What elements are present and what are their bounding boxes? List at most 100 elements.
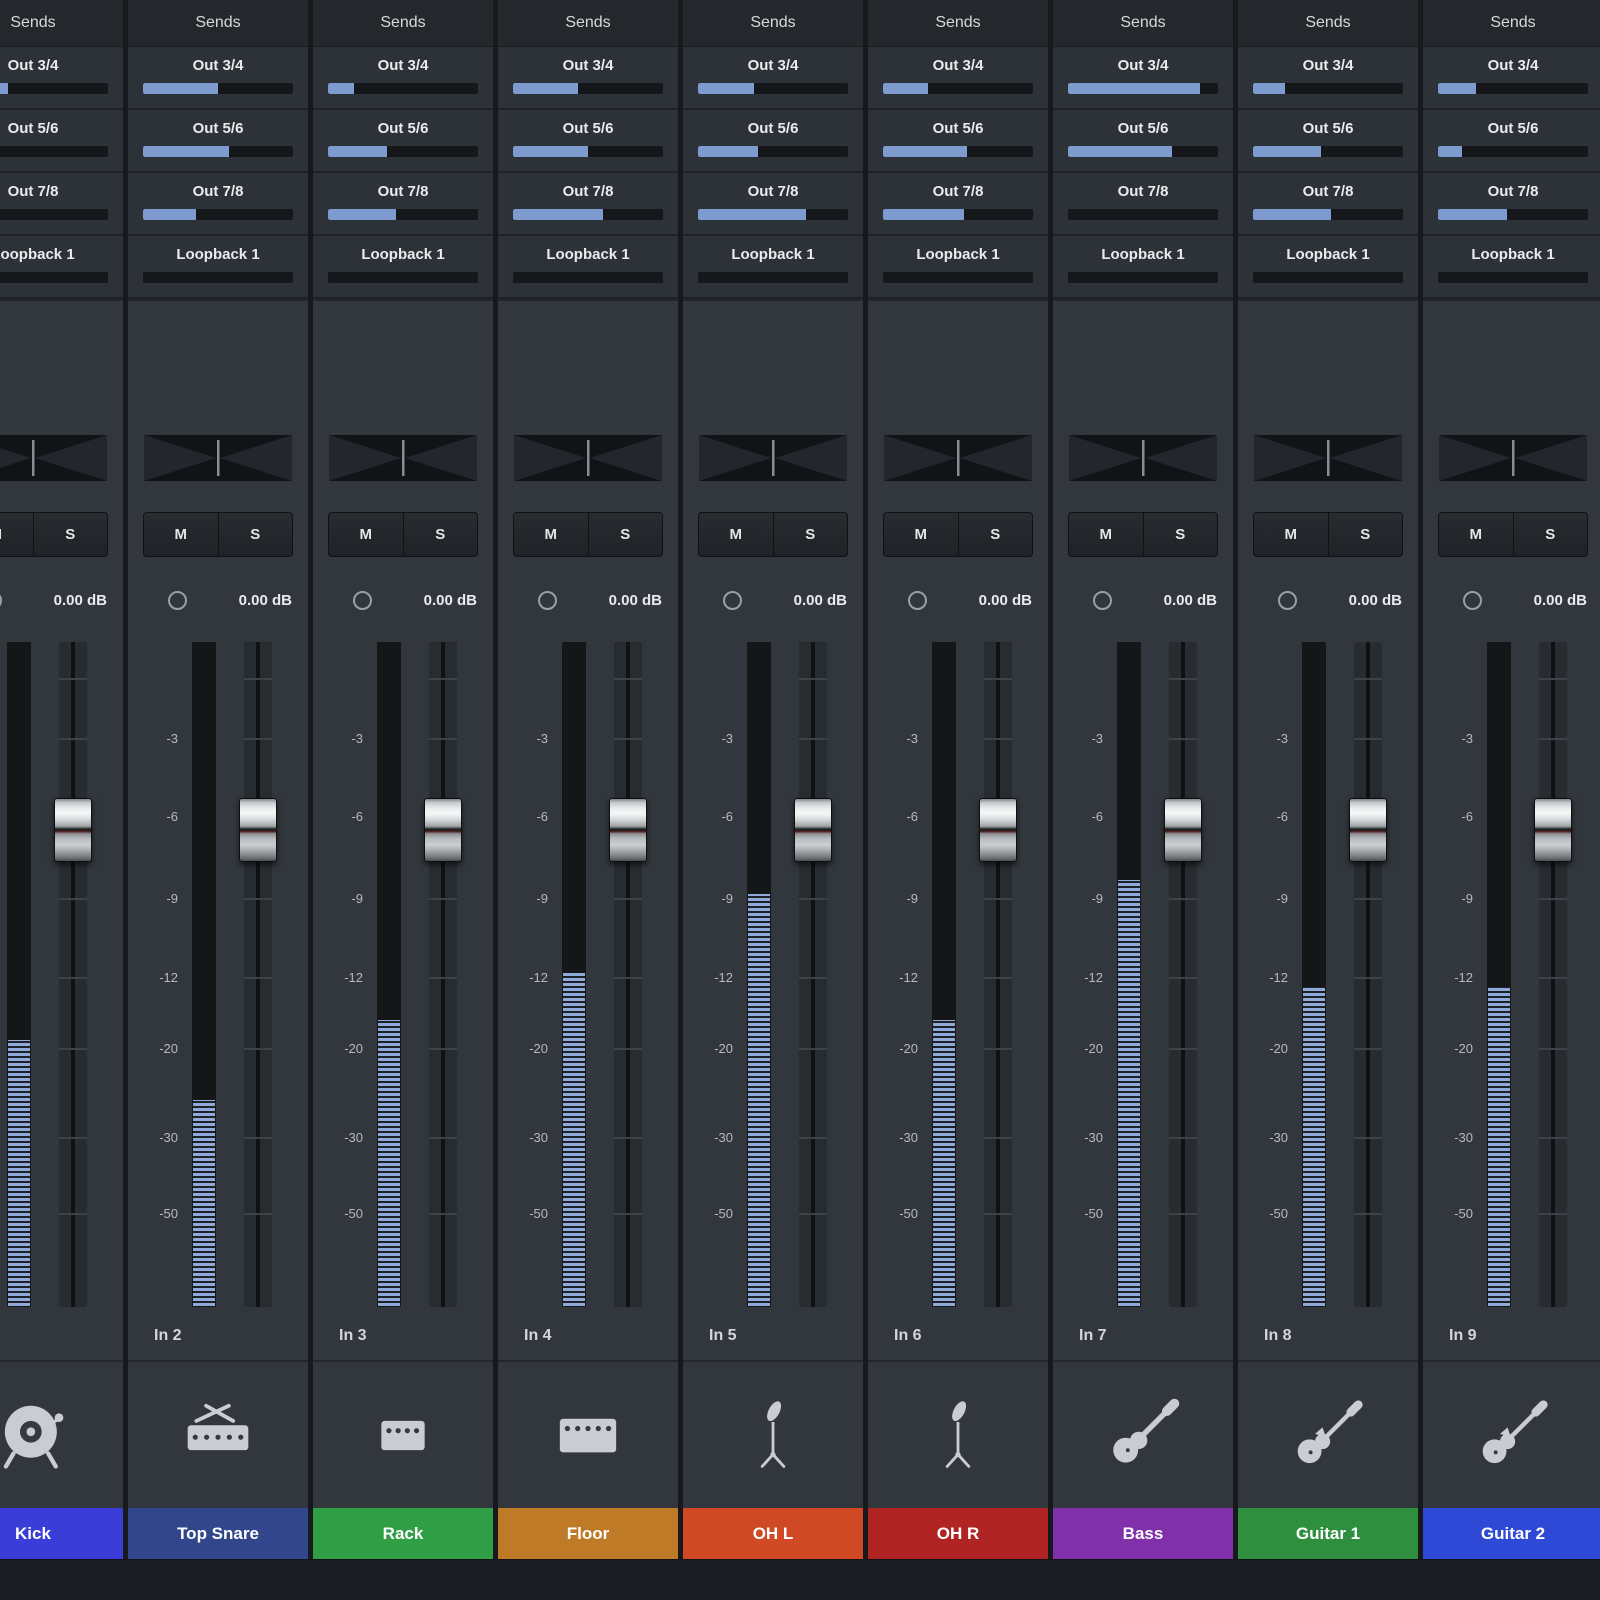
fader-track[interactable]	[1346, 642, 1390, 1307]
send-level-bar[interactable]	[143, 146, 293, 157]
send-level-bar[interactable]	[1253, 209, 1403, 220]
send-slot[interactable]: Out 7/8	[1423, 173, 1600, 236]
send-level-bar[interactable]	[513, 83, 663, 94]
fader-track[interactable]	[1531, 642, 1575, 1307]
send-slot[interactable]: Out 7/8	[498, 173, 678, 236]
send-slot[interactable]: Loopback 1	[313, 236, 493, 299]
send-level-bar[interactable]	[698, 83, 848, 94]
fader-handle[interactable]	[1534, 798, 1572, 862]
channel-name[interactable]: OH L	[683, 1508, 863, 1560]
pan-control[interactable]	[514, 435, 662, 481]
mute-button[interactable]: M	[698, 512, 774, 557]
send-level-bar[interactable]	[883, 272, 1033, 283]
send-level-bar[interactable]	[0, 83, 108, 94]
input-routing[interactable]: In 1	[0, 1312, 123, 1360]
gain-knob[interactable]	[0, 591, 2, 610]
send-level-bar[interactable]	[513, 209, 663, 220]
gain-knob[interactable]	[168, 591, 187, 610]
send-level-bar[interactable]	[698, 146, 848, 157]
pan-control[interactable]	[1254, 435, 1402, 481]
send-slot[interactable]: Out 3/4	[0, 47, 123, 110]
volume-value[interactable]: 0.00 dB	[794, 592, 847, 609]
send-slot[interactable]: Loopback 1	[1423, 236, 1600, 299]
solo-button[interactable]: S	[959, 512, 1034, 557]
mute-button[interactable]: M	[883, 512, 959, 557]
send-level-bar[interactable]	[0, 272, 108, 283]
gain-knob[interactable]	[1463, 591, 1482, 610]
send-level-bar[interactable]	[0, 146, 108, 157]
send-level-bar[interactable]	[513, 272, 663, 283]
mute-button[interactable]: M	[328, 512, 404, 557]
send-slot[interactable]: Out 5/6	[0, 110, 123, 173]
send-slot[interactable]: Out 7/8	[1053, 173, 1233, 236]
solo-button[interactable]: S	[1514, 512, 1589, 557]
send-level-bar[interactable]	[1438, 209, 1588, 220]
volume-value[interactable]: 0.00 dB	[239, 592, 292, 609]
send-level-bar[interactable]	[328, 209, 478, 220]
fader-track[interactable]	[976, 642, 1020, 1307]
gain-knob[interactable]	[1093, 591, 1112, 610]
send-slot[interactable]: Out 3/4	[498, 47, 678, 110]
mute-button[interactable]: M	[1068, 512, 1144, 557]
send-slot[interactable]: Out 5/6	[498, 110, 678, 173]
channel-name[interactable]: Floor	[498, 1508, 678, 1560]
volume-value[interactable]: 0.00 dB	[609, 592, 662, 609]
input-routing[interactable]: In 6	[868, 1312, 1048, 1360]
mute-button[interactable]: M	[1438, 512, 1514, 557]
fader-track[interactable]	[421, 642, 465, 1307]
send-level-bar[interactable]	[1068, 209, 1218, 220]
solo-button[interactable]: S	[1144, 512, 1219, 557]
send-level-bar[interactable]	[1253, 146, 1403, 157]
input-routing[interactable]: In 9	[1423, 1312, 1600, 1360]
fader-handle[interactable]	[1164, 798, 1202, 862]
solo-button[interactable]: S	[1329, 512, 1404, 557]
send-slot[interactable]: Out 5/6	[1053, 110, 1233, 173]
solo-button[interactable]: S	[34, 512, 109, 557]
send-level-bar[interactable]	[328, 83, 478, 94]
gain-knob[interactable]	[353, 591, 372, 610]
send-slot[interactable]: Out 5/6	[1423, 110, 1600, 173]
fader-track[interactable]	[791, 642, 835, 1307]
channel-name[interactable]: OH R	[868, 1508, 1048, 1560]
fader-handle[interactable]	[1349, 798, 1387, 862]
volume-value[interactable]: 0.00 dB	[424, 592, 477, 609]
channel-name[interactable]: Bass	[1053, 1508, 1233, 1560]
fader-track[interactable]	[1161, 642, 1205, 1307]
solo-button[interactable]: S	[589, 512, 664, 557]
input-routing[interactable]: In 8	[1238, 1312, 1418, 1360]
fader-handle[interactable]	[54, 798, 92, 862]
send-level-bar[interactable]	[143, 83, 293, 94]
input-routing[interactable]: In 4	[498, 1312, 678, 1360]
send-slot[interactable]: Loopback 1	[1238, 236, 1418, 299]
send-level-bar[interactable]	[328, 146, 478, 157]
send-slot[interactable]: Out 7/8	[868, 173, 1048, 236]
input-routing[interactable]: In 7	[1053, 1312, 1233, 1360]
volume-value[interactable]: 0.00 dB	[1534, 592, 1587, 609]
input-routing[interactable]: In 5	[683, 1312, 863, 1360]
send-slot[interactable]: Out 5/6	[683, 110, 863, 173]
send-level-bar[interactable]	[143, 209, 293, 220]
send-level-bar[interactable]	[328, 272, 478, 283]
pan-control[interactable]	[0, 435, 107, 481]
send-level-bar[interactable]	[1253, 83, 1403, 94]
fader-handle[interactable]	[609, 798, 647, 862]
solo-button[interactable]: S	[774, 512, 849, 557]
send-level-bar[interactable]	[143, 272, 293, 283]
send-slot[interactable]: Out 3/4	[1238, 47, 1418, 110]
send-level-bar[interactable]	[1438, 272, 1588, 283]
input-routing[interactable]: In 2	[128, 1312, 308, 1360]
input-routing[interactable]: In 3	[313, 1312, 493, 1360]
send-slot[interactable]: Out 7/8	[313, 173, 493, 236]
channel-name[interactable]: Top Snare	[128, 1508, 308, 1560]
pan-control[interactable]	[144, 435, 292, 481]
send-level-bar[interactable]	[1068, 83, 1218, 94]
channel-name[interactable]: Guitar 2	[1423, 1508, 1600, 1560]
fader-handle[interactable]	[794, 798, 832, 862]
pan-control[interactable]	[1439, 435, 1587, 481]
volume-value[interactable]: 0.00 dB	[1164, 592, 1217, 609]
send-level-bar[interactable]	[0, 209, 108, 220]
send-level-bar[interactable]	[883, 83, 1033, 94]
send-slot[interactable]: Out 7/8	[0, 173, 123, 236]
send-level-bar[interactable]	[698, 209, 848, 220]
pan-control[interactable]	[1069, 435, 1217, 481]
